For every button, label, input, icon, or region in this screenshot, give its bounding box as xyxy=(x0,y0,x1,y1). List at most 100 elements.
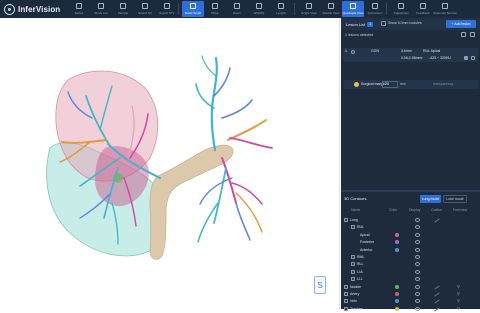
show-nodules-checkbox[interactable] xyxy=(381,21,386,26)
study-list-icon xyxy=(98,3,104,9)
lesions-detected-text: 1 lesions detected xyxy=(345,33,374,37)
toolbar-label-quadruple-view: Quadruple View xyxy=(342,11,364,15)
surgical-margin-select[interactable]: 20 xyxy=(382,81,398,88)
contour-row-lul[interactable]: LUL xyxy=(341,269,480,276)
toolbar-button-basic-scroll[interactable]: Basic Scroll xyxy=(182,1,204,17)
contour-checkbox[interactable] xyxy=(351,225,355,230)
contour-row-rul[interactable]: RUL xyxy=(341,224,480,231)
contour-row-apical[interactable]: Apical xyxy=(341,232,480,239)
contour-name: Apical xyxy=(360,232,370,237)
contour-checkbox[interactable] xyxy=(344,292,348,296)
lesion-row-1[interactable]: 1 GGN 3.6mm RUL Apical 0.06,0.05mm³ -423… xyxy=(343,48,478,62)
toolbar-button-sample[interactable]: Sample xyxy=(112,1,134,17)
display-eye-icon[interactable] xyxy=(415,232,420,237)
toolbar-button-double-view[interactable]: Double View xyxy=(320,1,342,17)
display-eye-icon[interactable] xyxy=(415,218,420,222)
freeview-icon[interactable]: ⚲ xyxy=(457,284,460,290)
contour-checkbox[interactable] xyxy=(344,218,348,222)
display-eye-icon[interactable] xyxy=(415,255,420,259)
contour-color-swatch[interactable] xyxy=(395,292,399,296)
toolbar-button-study-list[interactable]: Study List xyxy=(90,1,112,17)
surgical-margin-toggle[interactable] xyxy=(354,82,359,87)
contour-row-nodule[interactable]: Nodule ⚲ xyxy=(341,284,480,291)
toolbar-label-move: Move xyxy=(211,11,219,15)
toolbar-button-trajectories[interactable]: Trajectories xyxy=(390,1,412,17)
toolbar-button-quadruple-view[interactable]: Quadruple View xyxy=(342,1,364,17)
contour-checkbox[interactable] xyxy=(351,269,355,274)
outline-line-icon[interactable] xyxy=(434,284,440,290)
orientation-cube[interactable]: - - - S xyxy=(314,276,326,294)
toolbar-label-ww-wl: WW/WL xyxy=(253,11,265,15)
toolbar-button-feedback[interactable]: Feedback xyxy=(412,1,434,17)
contours-title: 3D Contours xyxy=(344,196,367,201)
display-eye-icon[interactable] xyxy=(415,262,420,267)
contour-row-lung[interactable]: Lung xyxy=(341,217,480,224)
app-window: InferVision Series Study List Sample Export… xyxy=(0,0,480,312)
contour-color-swatch[interactable] xyxy=(395,247,399,252)
display-eye-icon[interactable] xyxy=(415,292,420,296)
export-nii-icon xyxy=(142,3,148,9)
toolbar-separator xyxy=(294,3,295,15)
toolbar-button-length[interactable]: Length xyxy=(270,1,292,17)
contour-row-rml[interactable]: RML xyxy=(341,254,480,261)
outline-line-icon[interactable] xyxy=(434,218,440,223)
toolbar-label-zoom: Zoom xyxy=(233,11,241,15)
contour-checkbox[interactable] xyxy=(351,277,355,282)
outline-line-icon[interactable] xyxy=(434,307,440,312)
lesion-eye-icon[interactable] xyxy=(351,50,355,54)
contour-checkbox[interactable] xyxy=(344,299,348,304)
list-view-icon[interactable] xyxy=(461,32,466,37)
toolbar-button-zoom[interactable]: Zoom xyxy=(226,1,248,17)
toolbar-button-move[interactable]: Move xyxy=(204,1,226,17)
display-eye-icon[interactable] xyxy=(415,240,420,245)
display-eye-icon[interactable] xyxy=(415,277,420,282)
delete-icon[interactable] xyxy=(471,56,475,60)
contour-row-rll[interactable]: RLL xyxy=(341,261,480,268)
display-eye-icon[interactable] xyxy=(415,269,420,274)
contour-name: LUL xyxy=(357,269,364,274)
contour-color-swatch[interactable] xyxy=(395,232,399,237)
contour-color-swatch[interactable] xyxy=(395,284,399,289)
display-eye-icon[interactable] xyxy=(415,225,420,230)
contour-name: Vein xyxy=(350,299,357,304)
contour-color-swatch[interactable] xyxy=(395,240,399,245)
orientation-marker-top: - - - xyxy=(317,277,323,281)
contour-row-lll[interactable]: LLL xyxy=(341,276,480,283)
freeview-icon[interactable]: ⚲ xyxy=(457,298,460,304)
contour-checkbox[interactable] xyxy=(344,284,348,289)
display-eye-icon[interactable] xyxy=(415,299,420,304)
toolbar-button-export-stl[interactable]: Export STL xyxy=(156,1,178,17)
column-display: Display xyxy=(409,208,421,212)
lung-mode-button[interactable]: Lung mode xyxy=(420,195,441,203)
add-lesion-button[interactable]: + Add lesion xyxy=(446,20,476,28)
contour-row-anterior[interactable]: Anterior xyxy=(341,247,480,254)
lesion-type: GGN xyxy=(371,49,379,53)
toolbar-button-series[interactable]: Series xyxy=(68,1,90,17)
lesion-size: 3.6mm xyxy=(401,49,412,53)
contour-checkbox[interactable] xyxy=(351,262,355,267)
contour-row-vein[interactable]: Vein ⚲ xyxy=(341,298,480,305)
contour-row-posterior[interactable]: Posterior xyxy=(341,239,480,246)
freeview-icon[interactable]: ⚲ xyxy=(457,291,460,297)
toolbar-button-single-view[interactable]: Single View xyxy=(298,1,320,17)
toolbar-button-export-nii[interactable]: Export NII xyxy=(134,1,156,17)
contour-row-trachea[interactable]: Trachea ⚲ xyxy=(341,306,480,313)
3d-lung-render[interactable] xyxy=(0,18,340,309)
outline-line-icon[interactable] xyxy=(434,299,440,305)
toolbar-button-customer-service[interactable]: Customer Service xyxy=(433,1,457,17)
edit-icon[interactable] xyxy=(464,56,468,60)
3d-viewport[interactable]: - - - S xyxy=(0,18,340,309)
lesion-volume: 0.06,0.05mm³ xyxy=(401,56,423,60)
contour-row-artery[interactable]: Artery ⚲ xyxy=(341,291,480,298)
export-list-icon[interactable] xyxy=(470,32,475,37)
contour-checkbox[interactable] xyxy=(351,255,355,259)
toolbar-button-ww-wl[interactable]: WW/WL xyxy=(248,1,270,17)
contour-color-swatch[interactable] xyxy=(395,299,399,304)
outline-line-icon[interactable] xyxy=(434,292,440,297)
display-eye-icon[interactable] xyxy=(415,284,420,289)
display-eye-icon[interactable] xyxy=(415,247,420,252)
toolbar-button-full-screen[interactable]: Full-screen xyxy=(364,1,386,17)
lobe-mode-button[interactable]: Lobe mode xyxy=(443,195,467,203)
lesion-list-tab[interactable]: Lesion List 1 xyxy=(344,20,375,28)
double-view-icon xyxy=(328,3,334,9)
